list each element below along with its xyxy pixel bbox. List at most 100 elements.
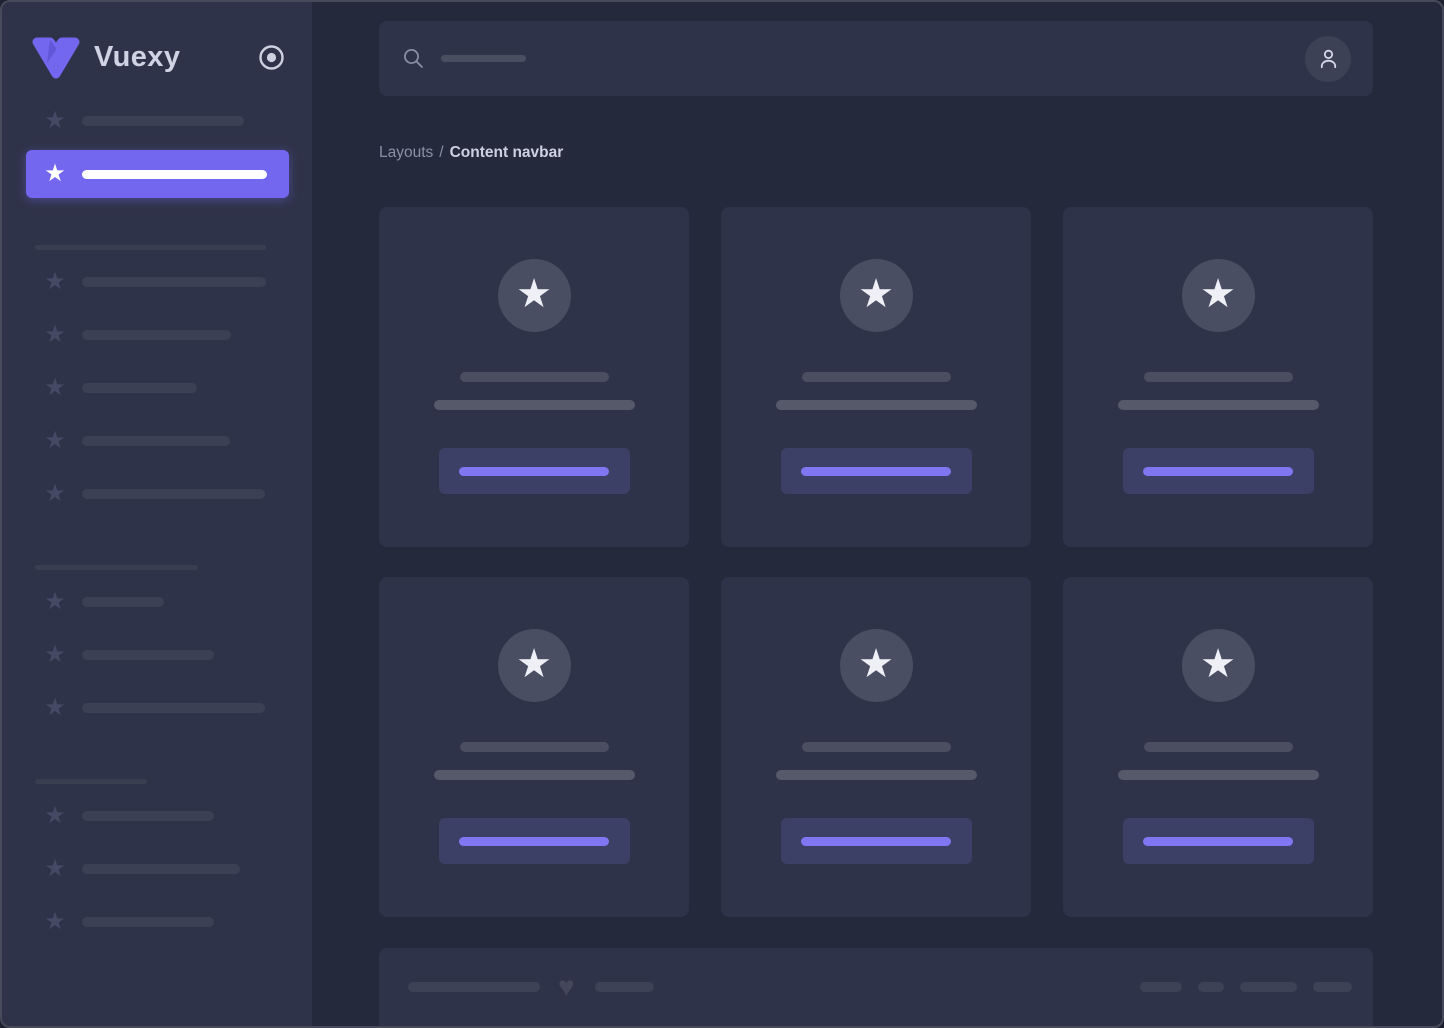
sidebar-item[interactable]: ★ [2, 684, 312, 732]
sidebar: Vuexy ★ ★ ★ ★ ★ ★ ★ ★ ★ ★ ★ ★ ★ [2, 2, 312, 1026]
card-title-skeleton [1144, 372, 1293, 382]
nav-section-header-skeleton [35, 779, 147, 784]
button-label-skeleton [801, 837, 951, 846]
card-avatar: ★ [840, 259, 913, 332]
footer-right [1140, 982, 1352, 992]
footer-link-skeleton [1198, 982, 1224, 992]
sidebar-item-label-skeleton [82, 383, 197, 393]
star-icon: ★ [42, 590, 68, 614]
content-card: ★ [1063, 207, 1373, 547]
star-icon: ★ [42, 429, 68, 453]
heart-icon: ♥ [558, 973, 575, 1001]
breadcrumb-separator: / [439, 144, 443, 162]
content-card: ★ [721, 577, 1031, 917]
sidebar-item[interactable]: ★ [2, 578, 312, 626]
sidebar-item-label-skeleton [82, 917, 214, 927]
sidebar-item[interactable]: ★ [2, 364, 312, 412]
star-icon: ★ [42, 482, 68, 506]
sidebar-item-label-skeleton [82, 811, 214, 821]
card-action-button[interactable] [439, 448, 630, 494]
logo-text: Vuexy [94, 41, 180, 74]
sidebar-item[interactable]: ★ [26, 150, 289, 198]
star-icon: ★ [42, 696, 68, 720]
sidebar-item[interactable]: ★ [2, 631, 312, 679]
card-text-skeleton [1118, 770, 1319, 780]
user-avatar-button[interactable] [1305, 36, 1351, 82]
sidebar-nav: ★ ★ ★ ★ ★ ★ ★ ★ ★ ★ ★ ★ ★ [2, 97, 312, 946]
content-card: ★ [379, 577, 689, 917]
footer-link-skeleton [1313, 982, 1352, 992]
star-icon: ★ [516, 644, 552, 684]
sidebar-item-label-skeleton [82, 277, 266, 287]
app-frame: Vuexy ★ ★ ★ ★ ★ ★ ★ ★ ★ ★ ★ ★ ★ [0, 0, 1444, 1028]
button-label-skeleton [801, 467, 951, 476]
content-card: ★ [379, 207, 689, 547]
footer-text-skeleton [408, 982, 540, 992]
footer-link-skeleton [1140, 982, 1182, 992]
content-card: ★ [721, 207, 1031, 547]
card-title-skeleton [460, 372, 609, 382]
card-text-skeleton [776, 770, 977, 780]
sidebar-item-label-skeleton [82, 116, 244, 126]
card-action-button[interactable] [781, 818, 972, 864]
sidebar-item-label-skeleton [82, 703, 265, 713]
button-label-skeleton [1143, 837, 1293, 846]
sidebar-item[interactable]: ★ [2, 311, 312, 359]
sidebar-item[interactable]: ★ [2, 470, 312, 518]
main-content: Layouts / Content navbar ★ ★ ★ ★ ★ ★ ♥ [312, 2, 1442, 1026]
star-icon: ★ [42, 804, 68, 828]
person-icon [1317, 47, 1340, 70]
card-title-skeleton [1144, 742, 1293, 752]
cards-grid: ★ ★ ★ ★ ★ ★ [379, 207, 1373, 917]
sidebar-header: Vuexy [2, 2, 312, 97]
sidebar-item-label-skeleton [82, 597, 164, 607]
star-icon: ★ [1200, 274, 1236, 314]
sidebar-item[interactable]: ★ [2, 258, 312, 306]
breadcrumb: Layouts / Content navbar [379, 143, 1373, 163]
star-icon: ★ [42, 109, 68, 133]
search-input[interactable] [403, 48, 1305, 69]
sidebar-item[interactable]: ★ [2, 417, 312, 465]
card-text-skeleton [434, 770, 635, 780]
content-card: ★ [1063, 577, 1373, 917]
nav-section-header-skeleton [35, 245, 266, 250]
star-icon: ★ [42, 857, 68, 881]
sidebar-item-label-skeleton [82, 650, 214, 660]
card-action-button[interactable] [781, 448, 972, 494]
card-text-skeleton [776, 400, 977, 410]
card-action-button[interactable] [1123, 448, 1314, 494]
card-title-skeleton [802, 372, 951, 382]
card-action-button[interactable] [1123, 818, 1314, 864]
star-icon: ★ [42, 643, 68, 667]
card-text-skeleton [434, 400, 635, 410]
sidebar-item[interactable]: ★ [2, 898, 312, 946]
star-icon: ★ [42, 270, 68, 294]
record-circle-icon[interactable] [258, 44, 285, 71]
search-icon [403, 48, 424, 69]
star-icon: ★ [42, 376, 68, 400]
button-label-skeleton [459, 467, 609, 476]
content-navbar [379, 21, 1373, 96]
card-avatar: ★ [498, 629, 571, 702]
sidebar-item-label-skeleton [82, 864, 240, 874]
breadcrumb-link[interactable]: Layouts [379, 144, 433, 162]
star-icon: ★ [1200, 644, 1236, 684]
card-avatar: ★ [1182, 259, 1255, 332]
sidebar-item[interactable]: ★ [2, 792, 312, 840]
footer-left: ♥ [408, 973, 654, 1001]
card-avatar: ★ [840, 629, 913, 702]
sidebar-item-label-skeleton [82, 170, 267, 179]
star-icon: ★ [42, 323, 68, 347]
vuexy-logo-icon [31, 36, 81, 80]
footer-card: ♥ [379, 948, 1373, 1026]
card-avatar: ★ [498, 259, 571, 332]
sidebar-item[interactable]: ★ [2, 97, 312, 145]
card-action-button[interactable] [439, 818, 630, 864]
footer-text-skeleton [595, 982, 654, 992]
star-icon: ★ [42, 162, 68, 186]
star-icon: ★ [858, 274, 894, 314]
sidebar-item-label-skeleton [82, 489, 265, 499]
button-label-skeleton [459, 837, 609, 846]
sidebar-item[interactable]: ★ [2, 845, 312, 893]
card-text-skeleton [1118, 400, 1319, 410]
